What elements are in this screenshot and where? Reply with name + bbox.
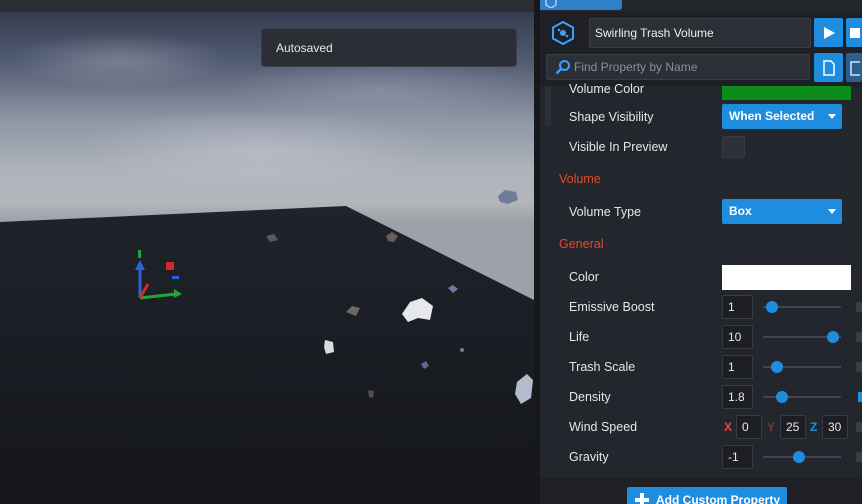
- add-custom-property-label: Add Custom Property: [656, 493, 781, 504]
- trash-scale-slider-handle[interactable]: [771, 361, 783, 373]
- visible-in-preview-label: Visible In Preview: [569, 140, 668, 154]
- volume-type-label: Volume Type: [569, 205, 642, 219]
- axis-y-label: Y: [767, 420, 776, 434]
- shape-visibility-value: When Selected: [729, 109, 815, 123]
- trash-piece: [448, 285, 458, 293]
- trash-piece: [460, 348, 464, 352]
- plus-icon: [635, 493, 649, 504]
- trash-scale-input[interactable]: 1: [722, 355, 753, 379]
- density-slider[interactable]: [763, 396, 841, 398]
- emissive-boost-label: Emissive Boost: [569, 300, 655, 314]
- reset-icon[interactable]: [856, 422, 862, 432]
- trash-scale-label: Trash Scale: [569, 360, 636, 374]
- reset-icon[interactable]: [856, 362, 862, 372]
- axis-x-label: X: [724, 420, 733, 434]
- visible-in-preview-checkbox[interactable]: [722, 136, 745, 158]
- section-general[interactable]: General: [540, 229, 862, 259]
- row-shape-visibility: Shape Visibility When Selected: [540, 102, 862, 132]
- shape-visibility-dropdown[interactable]: When Selected: [722, 104, 842, 129]
- reset-icon[interactable]: [858, 392, 862, 402]
- color-label: Color: [569, 270, 599, 284]
- emissive-boost-input[interactable]: 1: [722, 295, 753, 319]
- panel-footer: Add Custom Property: [540, 478, 862, 504]
- tab-properties[interactable]: [540, 0, 622, 10]
- viewport-top-strip: [0, 0, 534, 12]
- density-slider-handle[interactable]: [776, 391, 788, 403]
- trash-piece: [266, 234, 278, 242]
- gravity-slider-handle[interactable]: [793, 451, 805, 463]
- ground-plane: [0, 206, 534, 504]
- row-visible-in-preview: Visible In Preview: [540, 132, 862, 162]
- chevron-down-icon: [828, 114, 836, 119]
- color-swatch[interactable]: [722, 265, 851, 290]
- section-general-label: General: [559, 237, 604, 251]
- section-volume-label: Volume: [559, 172, 601, 186]
- reset-icon[interactable]: [856, 332, 862, 342]
- stop-button[interactable]: [846, 18, 862, 47]
- chevron-down-icon: [828, 209, 836, 214]
- play-button[interactable]: [814, 18, 843, 47]
- volume-object-icon: [552, 20, 574, 46]
- autosave-toast: Autosaved: [261, 28, 517, 67]
- emissive-boost-slider-handle[interactable]: [766, 301, 778, 313]
- volume-color-label: Volume Color: [569, 82, 645, 96]
- gravity-input[interactable]: -1: [722, 445, 753, 469]
- wind-speed-label: Wind Speed: [569, 420, 638, 434]
- row-volume-type: Volume Type Box: [540, 197, 862, 227]
- add-custom-property-button[interactable]: Add Custom Property: [627, 487, 787, 504]
- life-input[interactable]: 10: [722, 325, 753, 349]
- row-life: Life 10: [540, 322, 862, 352]
- properties-tab-icon: [545, 0, 557, 8]
- reset-icon[interactable]: [856, 302, 862, 312]
- wind-speed-x-input[interactable]: 0: [736, 415, 762, 439]
- life-slider-handle[interactable]: [827, 331, 839, 343]
- volume-color-swatch[interactable]: [722, 86, 851, 100]
- scene-viewport[interactable]: Autosaved: [0, 0, 534, 504]
- section-volume[interactable]: Volume: [540, 164, 862, 194]
- row-wind-speed: Wind Speed X 0 Y 25 Z 30: [540, 412, 862, 442]
- trash-piece: [402, 298, 433, 322]
- gravity-label: Gravity: [569, 450, 609, 464]
- stop-icon: [850, 27, 860, 38]
- play-icon: [823, 26, 835, 39]
- axis-z-label: Z: [810, 420, 818, 434]
- volume-type-value: Box: [729, 204, 752, 218]
- reset-icon[interactable]: [856, 452, 862, 462]
- trash-piece: [421, 361, 429, 369]
- transform-gizmo-icon[interactable]: [126, 246, 186, 306]
- trash-piece: [498, 190, 518, 204]
- life-label: Life: [569, 330, 590, 344]
- wind-speed-z-input[interactable]: 30: [822, 415, 848, 439]
- wind-speed-y-input[interactable]: 25: [780, 415, 806, 439]
- trash-piece: [346, 306, 360, 316]
- object-name-field[interactable]: Swirling Trash Volume: [589, 18, 811, 48]
- trash-piece: [368, 390, 374, 398]
- shape-visibility-label: Shape Visibility: [569, 110, 654, 124]
- row-volume-color: Volume Color: [540, 74, 862, 104]
- volume-type-dropdown[interactable]: Box: [722, 199, 842, 224]
- trash-piece: [515, 374, 533, 404]
- row-trash-scale: Trash Scale 1: [540, 352, 862, 382]
- density-label: Density: [569, 390, 611, 404]
- row-emissive-boost: Emissive Boost 1: [540, 292, 862, 322]
- row-density: Density 1.8: [540, 382, 862, 412]
- trash-piece: [386, 232, 398, 242]
- density-input[interactable]: 1.8: [722, 385, 753, 409]
- properties-panel: Swirling Trash Volume Volume Color Shape…: [540, 0, 862, 504]
- trash-piece: [324, 340, 334, 354]
- trash-piece: [99, 208, 103, 212]
- search-icon: [555, 60, 570, 75]
- row-gravity: Gravity -1: [540, 442, 862, 472]
- row-color: Color: [540, 262, 862, 292]
